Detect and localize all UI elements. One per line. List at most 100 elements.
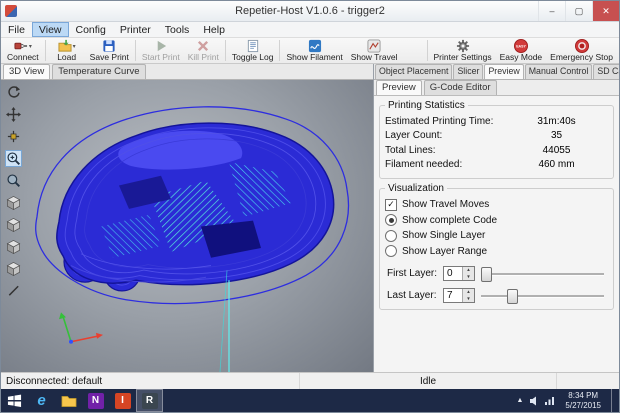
tab-slicer[interactable]: Slicer	[453, 64, 484, 79]
zoom-icon[interactable]	[4, 150, 22, 167]
view-front-icon[interactable]	[5, 216, 22, 233]
taskbar-clock[interactable]: 8:34 PM 5/27/2015	[565, 391, 601, 410]
tab-temperature-curve[interactable]: Temperature Curve	[52, 64, 146, 79]
menu-item-help[interactable]: Help	[196, 22, 232, 37]
menu-bar: File View Config Printer Tools Help	[1, 22, 619, 38]
spin-down-button[interactable]: ▼	[463, 273, 474, 280]
kill-print-button[interactable]: Kill Print	[184, 38, 223, 63]
stat-row: Estimated Printing Time: 31m:40s	[385, 114, 608, 129]
show-desktop-button[interactable]	[611, 389, 617, 412]
start-print-label: Start Print	[141, 52, 180, 62]
spinner-buttons: ▲ ▼	[462, 289, 474, 302]
emergency-stop-icon	[574, 39, 589, 53]
stat-label: Filament needed:	[385, 159, 463, 171]
gcode-preview-model[interactable]	[1, 80, 373, 372]
menu-item-printer[interactable]: Printer	[113, 22, 158, 37]
menu-item-tools[interactable]: Tools	[158, 22, 197, 37]
view-top-icon[interactable]	[5, 238, 22, 255]
view-panel: 3D View Temperature Curve	[1, 64, 373, 372]
view-side-icon[interactable]	[5, 260, 22, 277]
slider-thumb[interactable]	[506, 289, 518, 304]
option-show-single-layer[interactable]: Show Single Layer	[385, 228, 608, 244]
option-label: Show Travel Moves	[402, 199, 490, 211]
3d-viewport[interactable]	[1, 80, 373, 372]
tab-sd-card[interactable]: SD Card	[593, 64, 619, 79]
close-button[interactable]: ✕	[592, 1, 619, 21]
load-button[interactable]: ▾ Load	[48, 38, 86, 63]
internet-explorer-icon[interactable]: e	[28, 389, 55, 412]
taskbar-app-i[interactable]: I	[109, 389, 136, 412]
taskbar-app-repetier[interactable]: R	[136, 389, 163, 412]
show-single-layer-radio[interactable]	[385, 229, 397, 242]
toolbar-right-group: Printer Settings EASY Easy Mode Emergenc…	[425, 38, 618, 63]
subtab-preview[interactable]: Preview	[376, 80, 422, 95]
tray-expand-icon[interactable]: ▲	[516, 397, 523, 404]
spinner-buttons: ▲ ▼	[462, 267, 474, 280]
move-object-icon[interactable]	[5, 128, 22, 145]
menu-item-config[interactable]: Config	[69, 22, 113, 37]
dropdown-arrow: ▾	[28, 43, 32, 50]
option-label: Show Single Layer	[402, 230, 486, 242]
network-icon[interactable]	[544, 395, 555, 406]
preview-page: Printing Statistics Estimated Printing T…	[374, 96, 619, 372]
show-filament-button[interactable]: Show Filament	[282, 38, 346, 63]
maximize-button[interactable]: ▢	[565, 1, 592, 21]
option-show-layer-range[interactable]: Show Layer Range	[385, 244, 608, 260]
option-show-complete-code[interactable]: Show complete Code	[385, 213, 608, 229]
show-filament-icon	[308, 39, 321, 53]
taskbar-app-n[interactable]: N	[82, 389, 109, 412]
menu-item-file[interactable]: File	[1, 22, 32, 37]
show-travel-button[interactable]: Show Travel	[347, 38, 402, 63]
stat-value: 31m:40s	[537, 115, 576, 127]
tab-preview[interactable]: Preview	[484, 64, 524, 79]
tab-object-placement[interactable]: Object Placement	[375, 64, 453, 79]
show-layer-range-radio[interactable]	[385, 245, 397, 258]
show-complete-code-radio[interactable]	[385, 214, 397, 227]
spin-down-button[interactable]: ▼	[463, 295, 474, 302]
first-layer-label: First Layer:	[387, 268, 438, 279]
first-layer-spinner[interactable]: 0 ▲ ▼	[443, 266, 475, 281]
control-panel: Object Placement Slicer Preview Manual C…	[373, 64, 619, 372]
subtab-gcode-editor[interactable]: G-Code Editor	[423, 80, 497, 95]
last-layer-spinner[interactable]: 7 ▲ ▼	[443, 288, 475, 303]
rotate-view-icon[interactable]	[5, 84, 22, 101]
measure-icon[interactable]	[5, 282, 22, 299]
first-layer-slider[interactable]	[479, 266, 606, 282]
control-tabs: Object Placement Slicer Preview Manual C…	[374, 64, 619, 80]
toolbar-separator	[134, 40, 136, 61]
start-button[interactable]	[1, 389, 28, 412]
speaker-icon[interactable]	[529, 395, 538, 407]
last-layer-slider[interactable]	[479, 288, 606, 304]
stat-row: Filament needed: 460 mm	[385, 158, 608, 173]
tab-3d-view[interactable]: 3D View	[3, 64, 51, 79]
slider-track	[481, 273, 604, 276]
file-explorer-icon[interactable]	[55, 389, 82, 412]
slider-thumb[interactable]	[481, 267, 492, 282]
easy-mode-button[interactable]: EASY Easy Mode	[496, 38, 547, 63]
view-isometric-icon[interactable]	[5, 194, 22, 211]
windows-logo-icon	[7, 394, 22, 407]
load-label: Load	[57, 52, 77, 62]
save-print-button[interactable]: Save Print	[86, 38, 133, 63]
status-bar: Disconnected: default Idle	[1, 372, 619, 389]
tab-manual-control[interactable]: Manual Control	[524, 64, 593, 79]
show-travel-moves-checkbox[interactable]: ✓	[385, 198, 397, 211]
preview-subtabs: Preview G-Code Editor	[374, 80, 619, 96]
show-travel-icon	[367, 39, 381, 53]
connection-status: Disconnected: default	[1, 373, 300, 389]
menu-item-view[interactable]: View	[31, 22, 69, 37]
toggle-log-button[interactable]: Toggle Log	[228, 38, 278, 63]
window-controls: – ▢ ✕	[538, 1, 619, 21]
stat-label: Total Lines:	[385, 144, 436, 156]
title-bar[interactable]: Repetier-Host V1.0.6 - trigger2 – ▢ ✕	[1, 1, 619, 22]
connect-icon	[14, 42, 27, 50]
minimize-button[interactable]: –	[538, 1, 565, 21]
emergency-stop-button[interactable]: Emergency Stop	[546, 38, 617, 63]
connect-button[interactable]: ▾ Connect	[3, 38, 43, 63]
option-show-travel-moves[interactable]: ✓ Show Travel Moves	[385, 197, 608, 213]
printer-state: Idle	[300, 373, 557, 389]
printer-settings-button[interactable]: Printer Settings	[430, 38, 496, 63]
zoom-fit-icon[interactable]	[5, 172, 22, 189]
start-print-button[interactable]: Start Print	[138, 38, 184, 63]
move-view-icon[interactable]	[5, 106, 22, 123]
